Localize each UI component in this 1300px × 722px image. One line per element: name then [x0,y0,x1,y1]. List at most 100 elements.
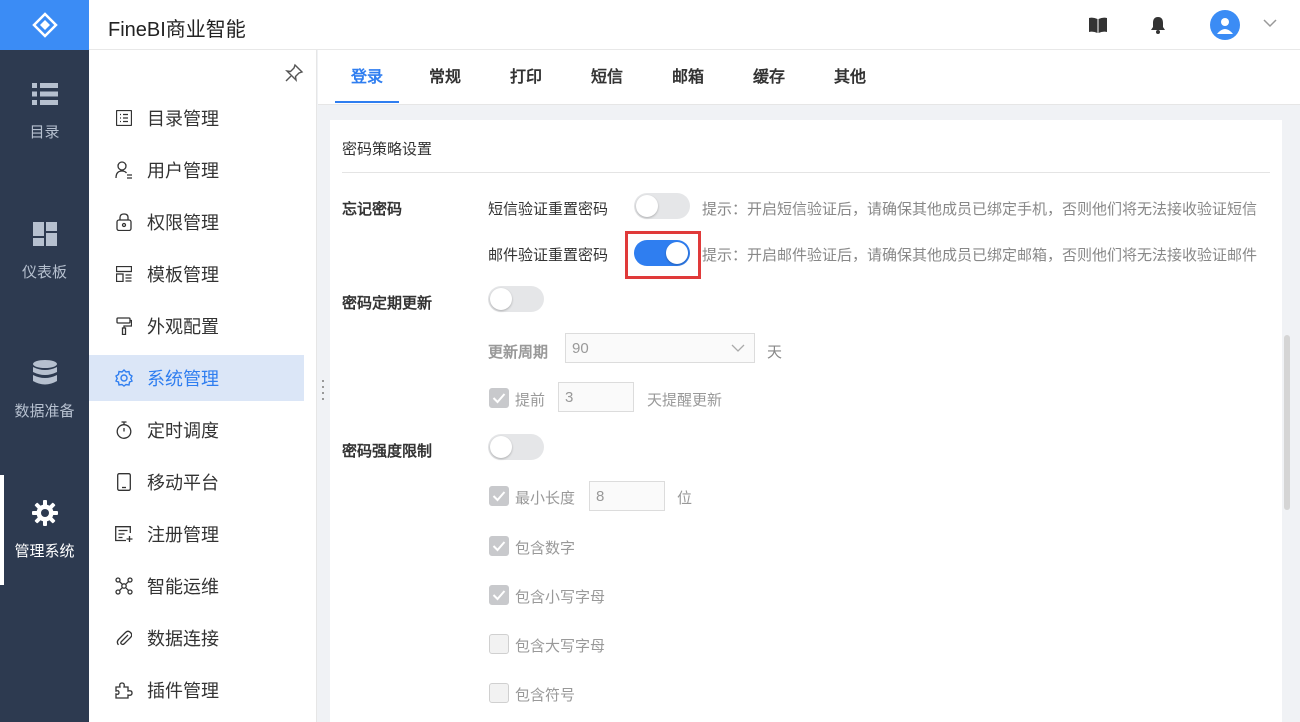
menu-item-appearance[interactable]: 外观配置 [89,303,304,349]
content-scrollbar[interactable] [1284,335,1290,510]
advance-reminder-label: 提前 [515,392,546,409]
advance-reminder-checkbox[interactable] [489,388,509,408]
menu-item-catalog[interactable]: 目录管理 [89,95,304,141]
app-logo[interactable] [0,0,89,50]
tab-email[interactable]: 邮箱 [659,50,717,105]
menu-item-permissions[interactable]: 权限管理 [89,199,304,245]
list-icon [31,81,58,107]
lock-icon [115,213,133,231]
dashboard-icon [32,221,58,247]
forgot-password-label: 忘记密码 [342,201,403,218]
database-icon [32,359,58,386]
menu-item-system[interactable]: 系统管理 [89,355,304,401]
check-icon [492,590,506,601]
timer-icon [115,421,133,439]
min-length-input[interactable] [589,481,665,511]
gear-icon [31,499,58,526]
min-length-label: 最小长度 [515,490,576,507]
rule-digits-checkbox[interactable] [489,536,509,556]
chevron-down-icon [731,344,745,352]
template-icon [115,265,133,283]
menu-item-users[interactable]: 用户管理 [89,147,304,193]
toggle-knob [666,242,688,264]
menu-item-ops[interactable]: 智能运维 [89,563,304,609]
password-policy-panel: 密码策略设置 忘记密码 短信验证重置密码 提示：开启短信验证后，请确保其他成员已… [330,120,1282,722]
update-period-value: 90 [572,340,589,357]
puzzle-icon [115,681,133,699]
catalog-icon [115,109,133,127]
rail-item-admin[interactable]: 管理系统 [0,475,89,585]
rule-digits-label: 包含数字 [515,540,576,557]
rail-item-dashboard[interactable]: 仪表板 [0,196,89,306]
admin-menu: 目录管理 用户管理 权限管理 模板管理 外观配置 系统管理 定时调度 移动平台 … [89,50,317,722]
rail-item-label: 目录 [29,123,60,141]
toggle-knob [490,436,512,458]
tab-login[interactable]: 登录 [335,50,399,105]
min-length-checkbox[interactable] [489,486,509,506]
register-icon [115,525,133,543]
tab-other[interactable]: 其他 [821,50,879,105]
rule-uppercase-checkbox[interactable] [489,634,509,654]
rail-item-data-prep[interactable]: 数据准备 [0,335,89,445]
update-period-unit: 天 [767,344,783,361]
periodic-update-label: 密码定期更新 [342,295,433,312]
rule-uppercase-label: 包含大写字母 [515,638,606,655]
left-rail: 目录 仪表板 数据准备 管理系统 [0,0,89,722]
tab-sms[interactable]: 短信 [578,50,636,105]
section-title: 密码策略设置 [342,141,433,158]
advance-reminder-suffix: 天提醒更新 [647,392,723,409]
chevron-down-icon[interactable] [1261,14,1279,32]
pin-icon[interactable] [284,63,304,83]
user-avatar-icon [1217,18,1233,34]
top-header: FineBI商业智能 [89,0,1300,50]
rule-lowercase-checkbox[interactable] [489,585,509,605]
check-icon [492,541,506,552]
app-title: FineBI商业智能 [108,19,246,41]
sms-reset-label: 短信验证重置密码 [488,201,609,218]
menu-item-templates[interactable]: 模板管理 [89,251,304,297]
email-reset-label: 邮件验证重置密码 [488,247,609,264]
tab-print[interactable]: 打印 [497,50,555,105]
tab-cache[interactable]: 缓存 [740,50,798,105]
toggle-knob [636,195,658,217]
book-icon[interactable] [1088,15,1108,35]
advance-days-input[interactable] [558,382,634,412]
email-reset-toggle[interactable] [634,240,690,266]
sms-reset-toggle[interactable] [634,193,690,219]
rail-item-label: 数据准备 [14,402,75,420]
toggle-knob [490,288,512,310]
menu-item-data-connection[interactable]: 数据连接 [89,615,304,661]
section-divider [342,172,1270,173]
sidebar-resize-handle[interactable] [319,380,327,400]
update-period-label: 更新周期 [488,344,549,361]
rail-item-label: 仪表板 [21,263,67,281]
settings-tabs: 登录 常规 打印 短信 邮箱 缓存 其他 [318,50,1300,105]
network-icon [115,577,133,595]
sms-reset-hint: 提示：开启短信验证后，请确保其他成员已绑定手机，否则他们将无法接收验证短信 [702,201,1258,218]
update-period-select[interactable]: 90 [565,333,755,363]
rule-symbols-checkbox[interactable] [489,683,509,703]
avatar[interactable] [1210,10,1240,40]
check-icon [492,491,506,502]
tablet-icon [115,473,133,491]
logo-icon [31,12,58,38]
menu-item-registration[interactable]: 注册管理 [89,511,304,557]
bell-icon[interactable] [1148,15,1168,35]
tab-general[interactable]: 常规 [416,50,474,105]
check-icon [492,393,506,404]
paint-roller-icon [115,317,133,335]
menu-item-plugins[interactable]: 插件管理 [89,667,304,713]
rule-symbols-label: 包含符号 [515,687,576,704]
settings-icon [115,369,133,387]
user-icon [115,161,133,179]
paperclip-icon [115,629,133,647]
min-length-unit: 位 [677,490,693,507]
rail-item-label: 管理系统 [14,542,75,560]
rule-lowercase-label: 包含小写字母 [515,589,606,606]
strength-limit-toggle[interactable] [488,434,544,460]
menu-item-scheduler[interactable]: 定时调度 [89,407,304,453]
menu-item-mobile[interactable]: 移动平台 [89,459,304,505]
periodic-update-toggle[interactable] [488,286,544,312]
rail-item-catalog[interactable]: 目录 [0,56,89,166]
email-reset-hint: 提示：开启邮件验证后，请确保其他成员已绑定邮箱，否则他们将无法接收验证邮件 [702,247,1258,264]
